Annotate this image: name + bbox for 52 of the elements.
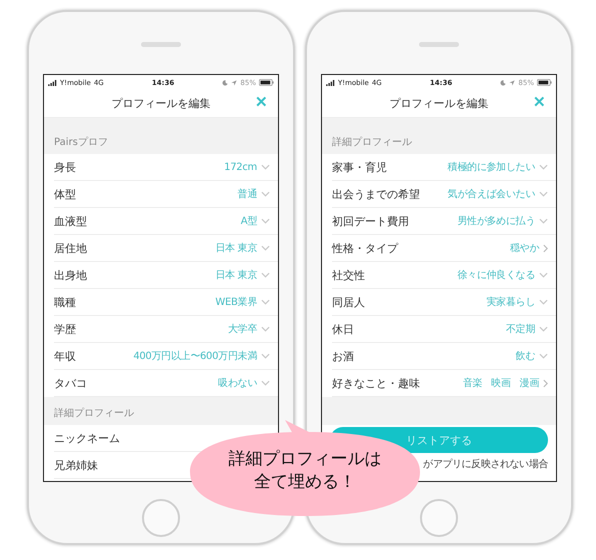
chevron-down-icon (539, 299, 548, 305)
profile-row[interactable]: 血液型 A型 (54, 208, 278, 235)
chevron-down-icon (261, 380, 270, 386)
chevron-down-icon (261, 299, 270, 305)
profile-row[interactable]: 学歴 大学卒 (54, 316, 278, 343)
moon-icon (500, 80, 506, 86)
profile-row[interactable]: 居住地 日本 東京 (54, 235, 278, 262)
signal-icon (326, 80, 335, 86)
profile-row[interactable]: 年収 400万円以上〜600万円未満 (54, 343, 278, 370)
speaker-slot (419, 42, 459, 47)
screen-title: プロフィールを編集 (112, 96, 210, 111)
profile-row[interactable]: 同居人 実家暮らし (332, 289, 556, 316)
chevron-down-icon (261, 191, 270, 197)
profile-row[interactable]: 初回デート費用 男性が多めに払う (332, 208, 556, 235)
home-button[interactable] (142, 499, 180, 537)
home-button[interactable] (420, 499, 458, 537)
profile-row[interactable]: 性格・タイプ 穏やか (332, 235, 556, 262)
chevron-down-icon (261, 218, 270, 224)
chevron-down-icon (261, 353, 270, 359)
profile-row[interactable]: 出身地 日本 東京 (54, 262, 278, 289)
chevron-down-icon (539, 164, 548, 170)
note-text: がアプリに反映されない場合 (423, 458, 548, 471)
chevron-down-icon (261, 326, 270, 332)
profile-row[interactable]: 出会うまでの希望 気が合えば会いたい (332, 181, 556, 208)
chevron-down-icon (261, 272, 270, 278)
profile-row[interactable]: お酒 飲む (332, 343, 556, 370)
moon-icon (222, 80, 228, 86)
signal-icon (48, 80, 57, 86)
profile-row[interactable]: 身長 172cm (54, 154, 278, 181)
profile-row[interactable]: 家事・育児 積極的に参加したい (332, 154, 556, 181)
chevron-down-icon (539, 353, 548, 359)
section-heading: Pairsプロフ (54, 136, 108, 149)
profile-row[interactable]: 職種 WEB業界 (54, 289, 278, 316)
chevron-down-icon (539, 326, 548, 332)
battery-icon (536, 79, 552, 86)
profile-row[interactable]: 社交性 徐々に仲良くなる (332, 262, 556, 289)
chevron-right-icon (543, 244, 548, 252)
chevron-down-icon (261, 164, 270, 170)
speaker-slot (141, 42, 181, 47)
chevron-right-icon (543, 378, 548, 388)
chevron-down-icon (539, 218, 548, 224)
location-arrow-icon (509, 80, 516, 86)
profile-row[interactable]: 体型 普通 (54, 181, 278, 208)
section-heading: 詳細プロフィール (54, 406, 134, 420)
screen-title: プロフィールを編集 (390, 96, 488, 111)
battery-icon (258, 79, 274, 86)
chevron-down-icon (539, 191, 548, 197)
chevron-down-icon (539, 272, 548, 278)
location-arrow-icon (231, 80, 238, 86)
section-heading: 詳細プロフィール (332, 136, 412, 149)
profile-row[interactable]: 休日 不定期 (332, 316, 556, 343)
chevron-down-icon (261, 245, 270, 251)
